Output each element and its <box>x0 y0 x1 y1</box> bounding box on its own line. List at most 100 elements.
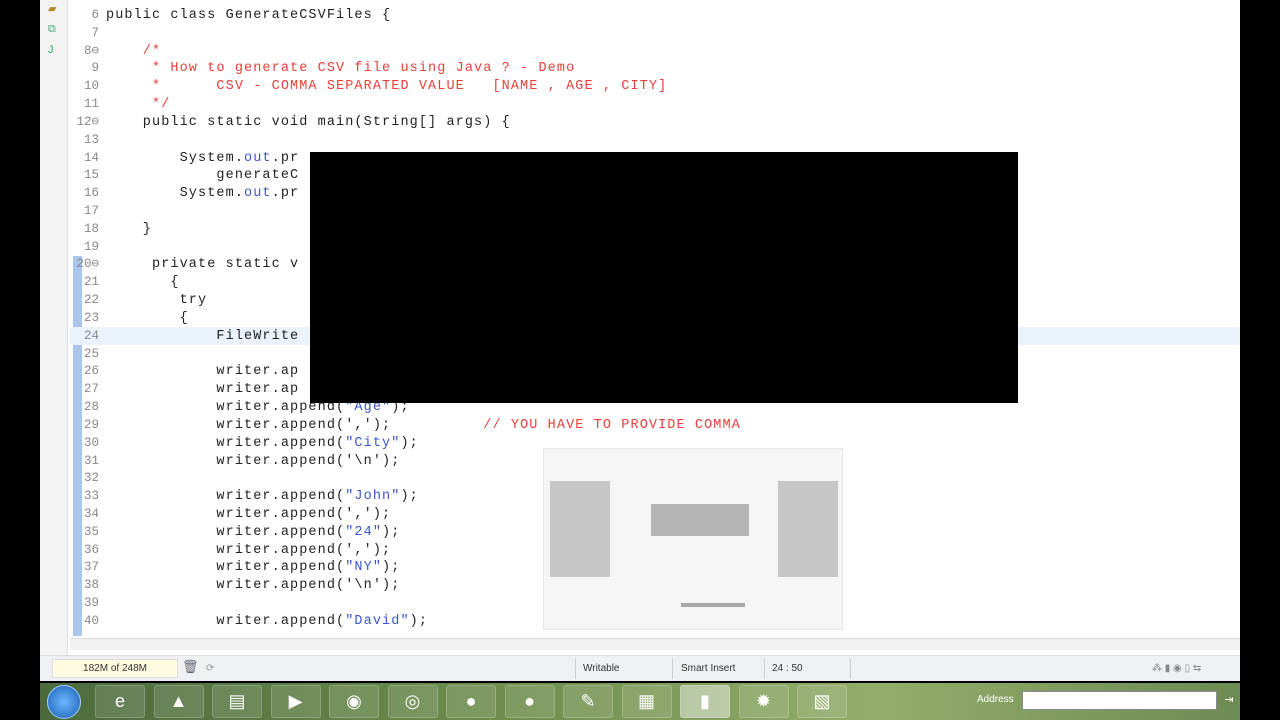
line-number: 29 <box>83 417 99 432</box>
taskbar-app-eclipse[interactable]: ✹ <box>738 685 789 718</box>
taskbar-app-app-green[interactable]: ▧ <box>797 685 847 718</box>
chrome-icon: ◎ <box>404 691 421 711</box>
line-number: 33 <box>83 489 99 504</box>
thumb-panel-left <box>550 481 610 577</box>
code-line[interactable]: 9 * How to generate CSV file using Java … <box>70 59 1240 77</box>
code-text: generateC <box>106 168 300 184</box>
line-number: 22 <box>83 293 99 308</box>
left-toolbar: ▰ ⧉ J <box>40 0 68 655</box>
thumb-progress-bar <box>681 603 745 607</box>
code-text: writer.append( <box>106 613 346 629</box>
code-line[interactable]: 10 * CSV - COMMA SEPARATED VALUE [NAME ,… <box>70 77 1240 95</box>
code-text: writer.append( <box>106 489 346 505</box>
line-number: 9 <box>91 61 99 76</box>
taskbar-app-app-red[interactable]: ✎ <box>563 685 613 718</box>
code-text: ); <box>382 524 401 540</box>
taskbar-app-app-orange-1[interactable]: ● <box>446 685 496 718</box>
code-text: writer.ap <box>106 364 300 380</box>
code-line[interactable]: 11 */ <box>70 95 1240 113</box>
eclipse-icon: ✹ <box>755 691 772 711</box>
code-line[interactable]: 6 public class GenerateCSVFiles { <box>70 6 1240 24</box>
code-comment: // YOU HAVE TO PROVIDE COMMA <box>483 417 741 433</box>
line-number: 12⊖ <box>76 114 99 129</box>
line-number: 35 <box>83 524 99 539</box>
taskbar-app-file-explorer[interactable]: ▤ <box>212 685 262 718</box>
code-text: writer.append(','); <box>106 506 392 522</box>
line-number: 30 <box>83 435 99 450</box>
line-number: 34 <box>83 506 99 521</box>
firefox-icon: ◉ <box>346 691 362 711</box>
line-number: 15 <box>83 168 99 183</box>
line-number: 10 <box>83 79 99 94</box>
line-number: 25 <box>83 346 99 361</box>
line-number: 38 <box>83 578 99 593</box>
taskbar-app-app-orange-2[interactable]: ● <box>504 685 555 718</box>
code-text: { <box>106 310 189 326</box>
code-text: System. <box>106 186 245 202</box>
code-text: writer.append( <box>106 524 346 540</box>
start-button[interactable] <box>47 685 81 719</box>
code-literal: "City" <box>345 435 401 451</box>
code-comment: */ <box>106 97 171 113</box>
address-input[interactable] <box>1022 691 1217 710</box>
code-line[interactable]: 13 <box>70 131 1240 149</box>
line-number: 19 <box>83 239 99 254</box>
code-line[interactable]: 7 <box>70 24 1240 42</box>
code-line[interactable]: 8⊖ /* <box>70 42 1240 60</box>
code-text: writer.append(','); <box>106 417 484 433</box>
code-text: { <box>106 275 180 291</box>
java-icon[interactable]: J <box>48 44 61 57</box>
go-arrow-icon[interactable]: ⇥ <box>1220 691 1238 710</box>
window-thumbnail-preview <box>543 448 843 630</box>
code-text: FileWrite <box>106 328 300 344</box>
taskbar-app-chrome[interactable]: ◎ <box>387 685 438 718</box>
code-text: } <box>106 221 153 237</box>
code-line[interactable]: 29 writer.append(','); // YOU HAVE TO PR… <box>70 416 1240 434</box>
app-orange-2-icon: ● <box>524 691 535 711</box>
status-tray-icons[interactable]: ⁂ ▮ ◉ ▯ ⇆ <box>1152 663 1201 674</box>
app-green-icon: ▧ <box>813 691 831 711</box>
app-orange-1-icon: ● <box>465 691 477 711</box>
heap-status: 182M of 248M <box>52 659 178 678</box>
line-number: 31 <box>83 453 99 468</box>
line-number: 11 <box>83 97 99 112</box>
taskbar-app-media-player[interactable]: ▶ <box>270 685 321 718</box>
taskbar-app-internet-explorer[interactable]: e <box>95 685 145 718</box>
horizontal-scrollbar[interactable] <box>70 638 1240 650</box>
line-number: 6 <box>91 8 99 22</box>
taskbar-app-recorder[interactable]: ▮ <box>680 685 730 718</box>
hierarchy-icon[interactable]: ⧉ <box>48 23 61 36</box>
internet-explorer-icon: e <box>114 691 125 711</box>
line-number: 36 <box>83 542 99 557</box>
code-text: writer.ap <box>106 382 300 398</box>
taskbar-app-vlc[interactable]: ▲ <box>153 685 204 718</box>
code-line[interactable]: 12⊖ public static void main(String[] arg… <box>70 113 1240 131</box>
line-number: 7 <box>91 25 99 40</box>
line-number: 20⊖ <box>76 257 99 272</box>
line-number: 27 <box>83 382 99 397</box>
taskbar-app-firefox[interactable]: ◉ <box>329 685 379 718</box>
code-literal: "24" <box>345 524 383 540</box>
thumb-panel-right <box>778 481 838 577</box>
line-number: 37 <box>83 560 99 575</box>
code-text: writer.append('\n'); <box>106 578 401 594</box>
code-text: System. <box>106 150 245 166</box>
insert-mode-status: Smart Insert <box>681 663 736 674</box>
code-literal: out <box>244 150 272 166</box>
line-number: 8⊖ <box>83 43 99 58</box>
code-text: private static v <box>106 257 300 273</box>
line-number: 17 <box>83 204 99 219</box>
folder-icon[interactable]: ▰ <box>48 3 61 16</box>
code-text: public class GenerateCSVFiles { <box>106 8 392 23</box>
code-text: ); <box>400 435 419 451</box>
windows-taskbar: e ▲ ▤ ▶ ◉ ◎ ● ● ✎ ▦ ▮ ✹ ▧ Address ⇥ <box>40 683 1240 720</box>
line-number: 32 <box>83 471 99 486</box>
trash-icon[interactable]: 🗑 <box>182 659 199 675</box>
line-number: 28 <box>83 400 99 415</box>
code-text: public static void main(String[] args) { <box>106 114 511 130</box>
line-number: 24 <box>83 328 99 343</box>
code-text: ); <box>400 489 419 505</box>
taskbar-app-paint[interactable]: ▦ <box>621 685 672 718</box>
gc-icon[interactable]: ⟳ <box>206 663 214 674</box>
code-text: try <box>106 293 208 309</box>
